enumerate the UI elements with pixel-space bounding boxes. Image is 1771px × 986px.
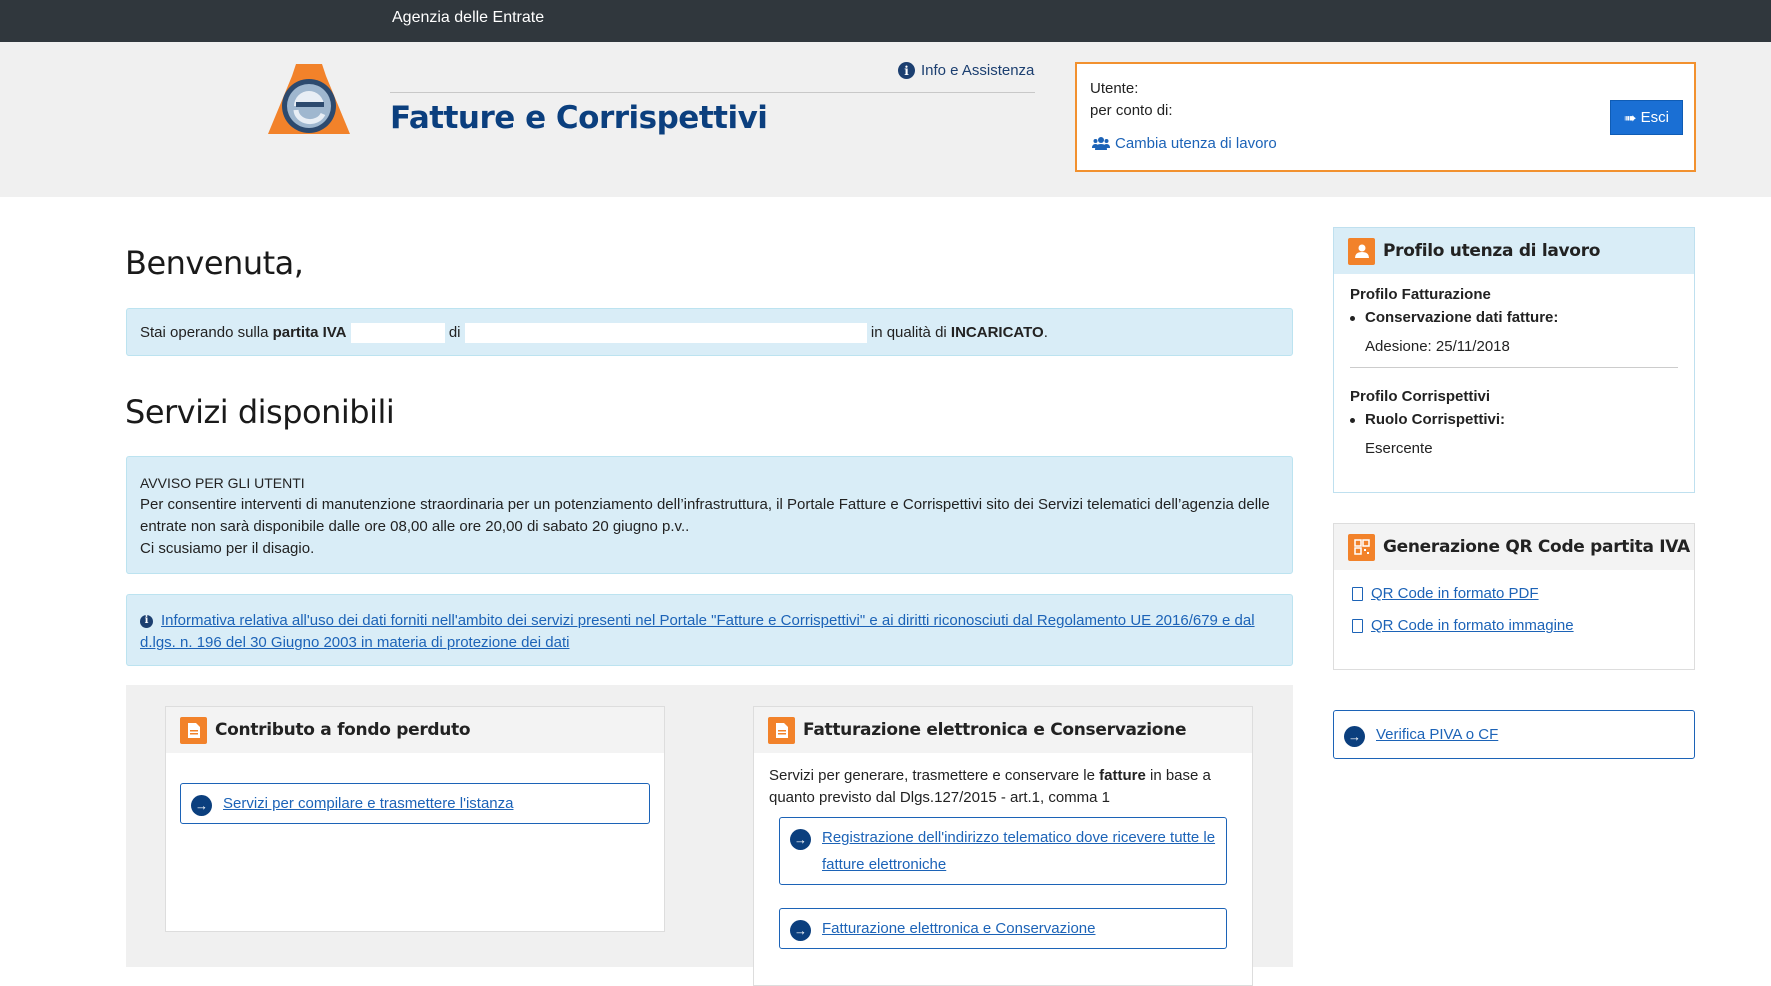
arrow-right-icon: →	[790, 829, 811, 850]
piva-suffix: .	[1043, 323, 1048, 341]
contributo-card-title: Contributo a fondo perduto	[215, 720, 471, 740]
registrazione-indirizzo-label: Registrazione dell'indirizzo telematico …	[822, 829, 1216, 873]
piva-prefix: Stai operando sulla	[140, 323, 273, 341]
welcome-heading: Benvenuta,	[125, 244, 304, 282]
ruolo-value: Esercente	[1365, 440, 1433, 457]
cambia-utenza-link[interactable]: Cambia utenza di lavoro	[1092, 135, 1277, 152]
avviso-alert: AVVISO PER GLI UTENTI Per consentire int…	[126, 456, 1293, 574]
cambia-utenza-label: Cambia utenza di lavoro	[1115, 135, 1277, 152]
user-icon	[1348, 237, 1375, 265]
profilo-card-title: Profilo utenza di lavoro	[1383, 241, 1601, 261]
info-link-label: Info e Assistenza	[921, 62, 1035, 79]
verifica-piva-label: Verifica PIVA o CF	[1376, 726, 1499, 743]
profilo-card: Profilo utenza di lavoro Profilo Fattura…	[1333, 227, 1695, 493]
services-panel: Contributo a fondo perduto → Servizi per…	[126, 685, 1293, 986]
profilo-card-header: Profilo utenza di lavoro	[1334, 228, 1694, 274]
contributo-service-label: Servizi per compilare e trasmettere l'is…	[223, 795, 514, 812]
qr-body: QR Code in formato PDF QR Code in format…	[1334, 570, 1694, 650]
qr-card-header: Generazione QR Code partita IVA	[1334, 524, 1694, 570]
contributo-card: Contributo a fondo perduto → Servizi per…	[165, 706, 665, 932]
verifica-piva-box[interactable]: → Verifica PIVA o CF	[1333, 710, 1695, 759]
qr-card: Generazione QR Code partita IVA QR Code …	[1333, 523, 1695, 670]
qr-card-title: Generazione QR Code partita IVA	[1383, 537, 1690, 557]
fatturazione-card-title: Fatturazione elettronica e Conservazione	[803, 720, 1187, 740]
logout-icon: ➠	[1624, 109, 1637, 127]
user-box: Utente: per conto di: Cambia utenza di l…	[1075, 62, 1696, 172]
qr-image-row[interactable]: QR Code in formato immagine	[1352, 610, 1676, 642]
desc-pre: Servizi per generare, trasmettere e cons…	[769, 767, 1100, 784]
ruolo-item: Ruolo Corrispettivi:	[1350, 411, 1678, 428]
app-title[interactable]: Fatture e Corrispettivi	[390, 100, 768, 136]
header-divider	[390, 92, 1035, 93]
document-icon	[180, 716, 207, 744]
registrazione-indirizzo-link[interactable]: → Registrazione dell'indirizzo telematic…	[779, 817, 1227, 885]
avviso-title: AVVISO PER GLI UTENTI	[140, 475, 305, 491]
desc-bold: fatture	[1099, 767, 1146, 784]
info-icon: i	[140, 614, 153, 628]
piva-label: partita IVA	[272, 323, 347, 341]
avviso-apology: Ci scusiamo per il disagio.	[140, 540, 315, 557]
conservazione-item: Conservazione dati fatture:	[1350, 309, 1678, 326]
arrow-right-icon: →	[790, 920, 811, 941]
redacted-name	[464, 323, 867, 343]
fatturazione-card-header: Fatturazione elettronica e Conservazione	[754, 707, 1252, 753]
informativa-alert: i Informativa relativa all'uso dei dati f…	[126, 594, 1293, 666]
piva-di: di	[444, 323, 465, 341]
top-bar: Agenzia delle Entrate	[0, 0, 1771, 42]
fatturazione-conservazione-link[interactable]: → Fatturazione elettronica e Conservazio…	[779, 908, 1227, 949]
informativa-link[interactable]: Informativa relativa all'uso dei dati fo…	[140, 612, 1255, 651]
document-icon	[768, 716, 795, 744]
profilo-fatturazione-title: Profilo Fatturazione	[1350, 286, 1491, 303]
verifica-piva-link[interactable]: → Verifica PIVA o CF	[1334, 715, 1674, 754]
qrcode-icon	[1348, 533, 1375, 561]
profilo-body: Profilo Fatturazione Conservazione dati …	[1334, 274, 1694, 481]
profilo-divider	[1350, 367, 1678, 368]
arrow-right-icon: →	[1344, 726, 1365, 747]
qr-image-link[interactable]: QR Code in formato immagine	[1371, 617, 1574, 634]
logout-label: Esci	[1640, 109, 1669, 126]
contributo-service-link[interactable]: → Servizi per compilare e trasmettere l'…	[180, 783, 650, 824]
info-assistenza-link[interactable]: i Info e Assistenza	[898, 62, 1034, 79]
adesione-value: Adesione: 25/11/2018	[1365, 338, 1510, 355]
users-icon	[1092, 137, 1110, 150]
image-file-icon	[1352, 619, 1363, 634]
info-icon: i	[898, 62, 915, 79]
piva-role: INCARICATO	[950, 323, 1044, 341]
profilo-corrispettivi-title: Profilo Corrispettivi	[1350, 388, 1491, 405]
fatturazione-card: Fatturazione elettronica e Conservazione…	[753, 706, 1253, 986]
agenzia-logo[interactable]	[266, 62, 352, 138]
redacted-piva	[350, 323, 445, 343]
contributo-card-header: Contributo a fondo perduto	[166, 707, 664, 753]
pdf-file-icon	[1352, 587, 1363, 602]
logout-button[interactable]: ➠ Esci	[1610, 100, 1683, 135]
fatturazione-description: Servizi per generare, trasmettere e cons…	[769, 765, 1239, 809]
fatturazione-conservazione-label: Fatturazione elettronica e Conservazione	[822, 920, 1096, 937]
agency-brand[interactable]: Agenzia delle Entrate	[392, 9, 544, 27]
piva-in-qualita: in qualità di	[866, 323, 951, 341]
utente-label: Utente:	[1090, 80, 1139, 97]
avviso-text: Per consentire interventi di manutenzion…	[140, 496, 1270, 535]
per-conto-label: per conto di:	[1090, 102, 1173, 119]
services-heading: Servizi disponibili	[125, 393, 395, 431]
piva-alert: Stai operando sulla partita IVA di in qu…	[126, 308, 1293, 356]
arrow-right-icon: →	[191, 795, 212, 816]
qr-pdf-row[interactable]: QR Code in formato PDF	[1352, 578, 1676, 610]
qr-pdf-link[interactable]: QR Code in formato PDF	[1371, 585, 1539, 602]
